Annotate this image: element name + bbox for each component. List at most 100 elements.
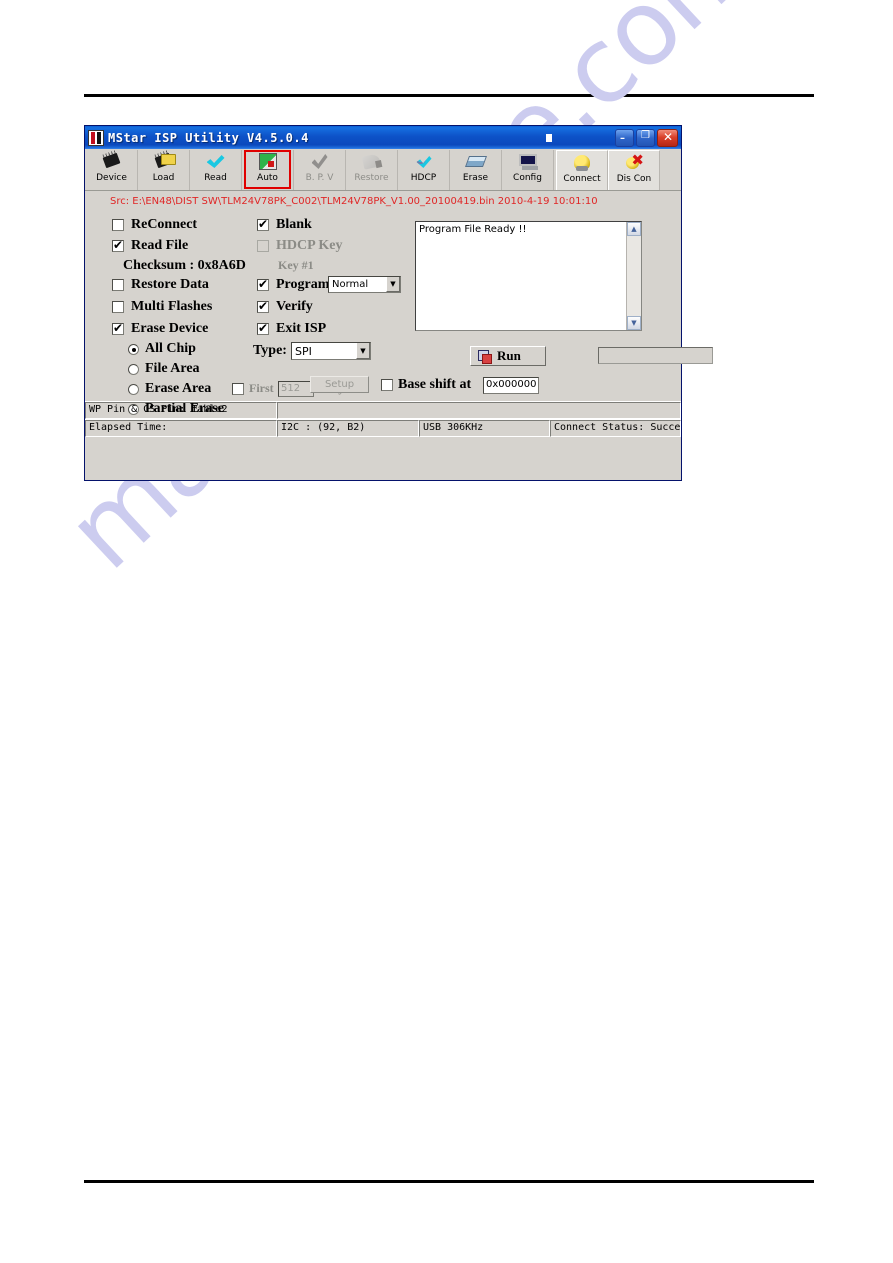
toolbar-label-load: Load	[152, 173, 175, 183]
multi-flashes-checkbox[interactable]	[112, 301, 124, 313]
chevron-down-icon: ▼	[386, 277, 400, 292]
scroll-up-icon[interactable]: ▲	[627, 222, 641, 236]
erase-area-label: Erase Area	[145, 381, 212, 396]
program-mode-combo[interactable]: Normal ▼	[328, 276, 401, 293]
toolbar-button-connect[interactable]: Connect	[556, 150, 608, 190]
blank-checkbox[interactable]	[257, 217, 269, 231]
maximize-button[interactable]: ❐	[636, 128, 655, 147]
toolbar-label-disconnect: Dis Con	[616, 174, 652, 184]
status-bars: WP Pin & CS Pin: Table2 Elapsed Time: I2…	[85, 401, 681, 437]
page-footer-rule	[84, 1180, 814, 1183]
checksum-row: Checksum : 0x8A6D	[123, 258, 246, 274]
auto-run-icon	[257, 152, 279, 172]
base-shift-checkbox[interactable]	[381, 379, 393, 391]
verify-label: Verify	[276, 299, 313, 314]
status-top-spacer	[277, 402, 681, 419]
radio-erase-area[interactable]	[128, 384, 139, 395]
toolbar-button-device[interactable]: Device	[86, 150, 138, 190]
status-row-bottom: Elapsed Time: I2C : (92, B2) USB 306KHz …	[85, 419, 681, 437]
toolbar-button-config[interactable]: Config	[502, 150, 554, 190]
toolbar-button-hdcp[interactable]: HDCP	[398, 150, 450, 190]
close-icon: ✕	[663, 129, 674, 144]
file-area-label: File Area	[145, 361, 200, 376]
all-chip-label-row: All Chip	[145, 341, 196, 357]
read-file-label-row: Read File	[131, 238, 188, 254]
multi-flashes-label-row: Multi Flashes	[131, 299, 212, 315]
checksum-label: Checksum : 0x8A6D	[123, 258, 246, 273]
reconnect-label-row: ReConnect	[131, 217, 197, 233]
eraser-icon	[464, 152, 487, 172]
verify-label-row: Verify	[276, 299, 313, 315]
type-combo[interactable]: SPI ▼	[291, 342, 371, 360]
log-message: Program File Ready !!	[419, 224, 527, 235]
program-checkbox[interactable]	[257, 277, 269, 291]
hdcp-key-label-row: HDCP Key	[276, 238, 343, 254]
type-label-row: Type:	[253, 343, 287, 359]
program-mode-value: Normal	[332, 279, 369, 290]
status-elapsed-time: Elapsed Time:	[85, 420, 277, 437]
verify-checkbox[interactable]	[257, 299, 269, 313]
log-scrollbar[interactable]: ▲ ▼	[626, 222, 641, 330]
reconnect-checkbox[interactable]	[112, 219, 124, 231]
restore-data-label-row: Restore Data	[131, 277, 209, 293]
toolbar-button-disconnect[interactable]: Dis Con	[608, 150, 660, 190]
toolbar-button-restore[interactable]: Restore	[346, 150, 398, 190]
toolbar-button-read[interactable]: Read	[190, 150, 242, 190]
client-area: Src: E:\EN48\DIST SW\TLM24V78PK_C002\TLM…	[85, 191, 713, 437]
base-shift-input[interactable]: 0x000000	[483, 377, 539, 394]
radio-all-chip[interactable]	[128, 344, 139, 355]
window-controls: – ❐ ✕	[615, 128, 679, 147]
radio-file-area[interactable]	[128, 364, 139, 375]
read-file-checkbox[interactable]	[112, 238, 124, 252]
program-label-row: Program	[276, 277, 329, 293]
cyan-check-icon	[205, 152, 227, 172]
main-toolbar: Device Load Read Auto B. P. V Restore HD…	[85, 149, 681, 191]
plug-disconnect-icon	[623, 153, 645, 173]
exit-isp-checkbox[interactable]	[257, 321, 269, 335]
read-file-label: Read File	[131, 238, 189, 253]
status-usb-speed: USB 306KHz	[419, 420, 550, 437]
first-label: First	[249, 381, 274, 395]
toolbar-button-auto[interactable]: Auto	[242, 150, 294, 190]
toolbar-label-read: Read	[204, 173, 227, 183]
mstar-logo-icon	[88, 129, 104, 146]
run-button[interactable]: Run	[470, 346, 546, 366]
hdcp-key-checkbox[interactable]	[257, 240, 269, 252]
key-number-label: Key #1	[278, 258, 314, 272]
setup-button[interactable]: Setup	[310, 376, 369, 393]
open-folder-icon	[153, 152, 176, 172]
base-shift-label-row: Base shift at	[398, 377, 471, 393]
exit-isp-label-row: Exit ISP	[276, 321, 326, 337]
first-label-row: First	[249, 381, 274, 396]
close-button[interactable]: ✕	[657, 128, 678, 147]
toolbar-button-bpv[interactable]: B. P. V	[294, 150, 346, 190]
toolbar-label-device: Device	[96, 173, 127, 183]
minimize-icon: –	[620, 132, 625, 144]
maximize-icon: ❐	[641, 129, 650, 141]
progress-bar	[598, 347, 713, 364]
type-value: SPI	[295, 344, 312, 358]
reconnect-label: ReConnect	[131, 217, 198, 232]
hdcp-key-icon	[413, 152, 435, 172]
run-label: Run	[497, 348, 521, 363]
log-panel: Program File Ready !! ▲ ▼	[415, 221, 642, 331]
toolbar-button-erase[interactable]: Erase	[450, 150, 502, 190]
restore-data-label: Restore Data	[131, 277, 209, 292]
run-icon	[478, 349, 492, 364]
toolbar-label-hdcp: HDCP	[410, 173, 437, 183]
first-checkbox[interactable]	[232, 383, 244, 395]
erase-device-checkbox[interactable]	[112, 321, 124, 335]
multi-flashes-label: Multi Flashes	[131, 299, 213, 314]
source-file-line: Src: E:\EN48\DIST SW\TLM24V78PK_C002\TLM…	[110, 196, 598, 207]
first-size-input[interactable]: 512	[278, 381, 314, 397]
toolbar-label-connect: Connect	[563, 174, 601, 184]
monitor-icon	[517, 152, 539, 172]
toolbar-button-load[interactable]: Load	[138, 150, 190, 190]
erase-area-label-row: Erase Area	[145, 381, 211, 397]
status-row-top: WP Pin & CS Pin: Table2	[85, 401, 681, 419]
minimize-button[interactable]: –	[615, 128, 634, 147]
red-check-icon	[309, 152, 331, 172]
exit-isp-label: Exit ISP	[276, 321, 327, 336]
restore-data-checkbox[interactable]	[112, 279, 124, 291]
scroll-down-icon[interactable]: ▼	[627, 316, 641, 330]
